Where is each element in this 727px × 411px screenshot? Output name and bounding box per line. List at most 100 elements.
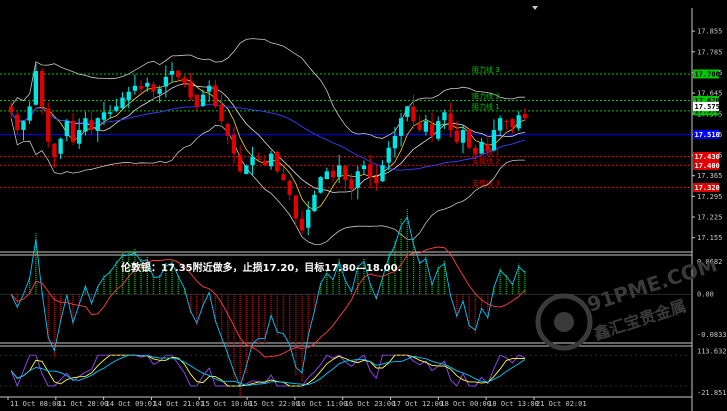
pivot-tag: 17.510 xyxy=(695,131,720,139)
time-label: 15 Oct 22:00 xyxy=(249,400,300,408)
candle-body xyxy=(15,114,20,130)
candle-body xyxy=(454,130,459,142)
candle-body xyxy=(83,118,88,132)
candle-body xyxy=(157,88,162,94)
candle-body xyxy=(504,120,509,122)
candle-body xyxy=(275,151,280,172)
candle-body xyxy=(120,97,125,109)
level-label-0: 阻力线 3 xyxy=(472,65,500,74)
candle-body xyxy=(293,195,299,219)
trade-annotation: 伦敦银：17.35附近做多，止损17.20，目标17.80—18.00. xyxy=(121,263,402,274)
macd-min-label: -0.0833 xyxy=(697,331,727,339)
candle-body xyxy=(176,70,181,77)
candle-body xyxy=(200,94,206,106)
candle-body xyxy=(405,106,410,117)
price-tick-label: 17.225 xyxy=(697,214,722,222)
candle-body xyxy=(151,84,156,92)
candle-body xyxy=(237,155,243,172)
candle-body xyxy=(386,147,391,163)
candle-body xyxy=(262,160,268,166)
candle-body xyxy=(423,121,429,132)
macd-zero-label: 0.00 xyxy=(697,291,714,299)
candle-body xyxy=(429,123,435,136)
candle-body xyxy=(361,165,367,170)
candle-body xyxy=(355,171,360,188)
level-tag-0: 17.700 xyxy=(695,70,720,78)
macd-max-label: 0.0682 xyxy=(697,258,722,266)
time-label: 14 Oct 09:01 xyxy=(106,400,157,408)
candle-body xyxy=(268,153,274,167)
candle-body xyxy=(460,130,466,143)
candle-body xyxy=(467,129,472,148)
level-label-2: 阻力线 1 xyxy=(472,102,500,111)
candle-body xyxy=(324,171,329,180)
candle-body xyxy=(244,165,249,175)
price-tick-label: 17.365 xyxy=(697,172,722,180)
candle-body xyxy=(411,106,416,122)
candle-body xyxy=(58,138,63,154)
time-label: 16 Oct 23:00 xyxy=(345,400,396,408)
candle-body xyxy=(380,165,385,182)
time-label: 15 Oct 10:00 xyxy=(201,400,252,408)
candle-body xyxy=(318,177,323,193)
candle-body xyxy=(479,141,484,154)
current-price-tag: 17.575 xyxy=(695,103,720,111)
osc-min-label: -21.8519 xyxy=(697,389,727,397)
candle-body xyxy=(101,112,107,120)
price-tick-label: 17.295 xyxy=(697,193,722,201)
candle-body xyxy=(89,120,94,130)
candle-body xyxy=(448,113,453,130)
time-label: 16 Oct 11:00 xyxy=(297,400,348,408)
candle-body xyxy=(169,71,175,75)
time-label: 21 Oct 02:01 xyxy=(536,400,587,408)
candle-body xyxy=(225,123,230,136)
candle-body xyxy=(337,165,342,177)
candle-body xyxy=(114,106,119,111)
candle-body xyxy=(27,106,32,121)
candle-body xyxy=(491,130,497,151)
price-tick-label: 17.855 xyxy=(697,28,722,36)
candle-body xyxy=(163,76,169,87)
price-tick-label: 17.785 xyxy=(697,48,722,56)
candle-body xyxy=(46,108,51,142)
candle-body xyxy=(64,121,69,137)
candle-body xyxy=(219,104,224,122)
candle-body xyxy=(95,118,100,131)
time-label: 11 Oct 20:00 xyxy=(58,400,109,408)
candle-body xyxy=(497,118,503,131)
candle-body xyxy=(33,71,39,105)
candle-body xyxy=(8,106,14,113)
candle-body xyxy=(182,77,187,83)
candle-body xyxy=(107,112,113,114)
trading-terminal: 阻力线 3 阻力线 2 阻力线 1 支撑线 1 支撑线 2 支撑线 3 17.855 17.… xyxy=(0,0,727,411)
candle-body xyxy=(485,144,490,151)
time-label: 14 Oct 21:01 xyxy=(153,400,204,408)
candle-body xyxy=(77,130,82,144)
candle-body xyxy=(374,176,379,184)
osc-max-label: 113.6327 xyxy=(697,347,727,355)
candle-body xyxy=(126,91,131,101)
candle-body xyxy=(442,112,447,121)
candle-body xyxy=(188,81,193,98)
candle-body xyxy=(231,134,237,154)
candle-body xyxy=(522,113,528,119)
candle-body xyxy=(132,85,138,91)
candle-body xyxy=(367,164,373,178)
candle-body xyxy=(516,115,521,129)
candle-body xyxy=(343,165,348,181)
candle-body xyxy=(392,135,398,149)
candle-body xyxy=(21,121,26,130)
level-tag-5: 17.320 xyxy=(695,184,720,192)
candle-body xyxy=(70,120,76,142)
candle-body xyxy=(281,174,286,181)
candle-body xyxy=(287,180,292,195)
candle-body xyxy=(52,143,57,157)
candle-body xyxy=(349,179,354,189)
chart-canvas[interactable]: 阻力线 3阻力线 2阻力线 1支撑线 1支撑线 2支撑线 3 17.85517.… xyxy=(0,0,727,411)
time-label: 11 Oct 08:00 xyxy=(10,400,61,408)
candle-body xyxy=(417,123,422,130)
candle-body xyxy=(138,86,144,89)
candle-body xyxy=(213,85,218,107)
level-tag-3: 17.430 xyxy=(695,153,720,161)
candle-body xyxy=(436,121,441,139)
